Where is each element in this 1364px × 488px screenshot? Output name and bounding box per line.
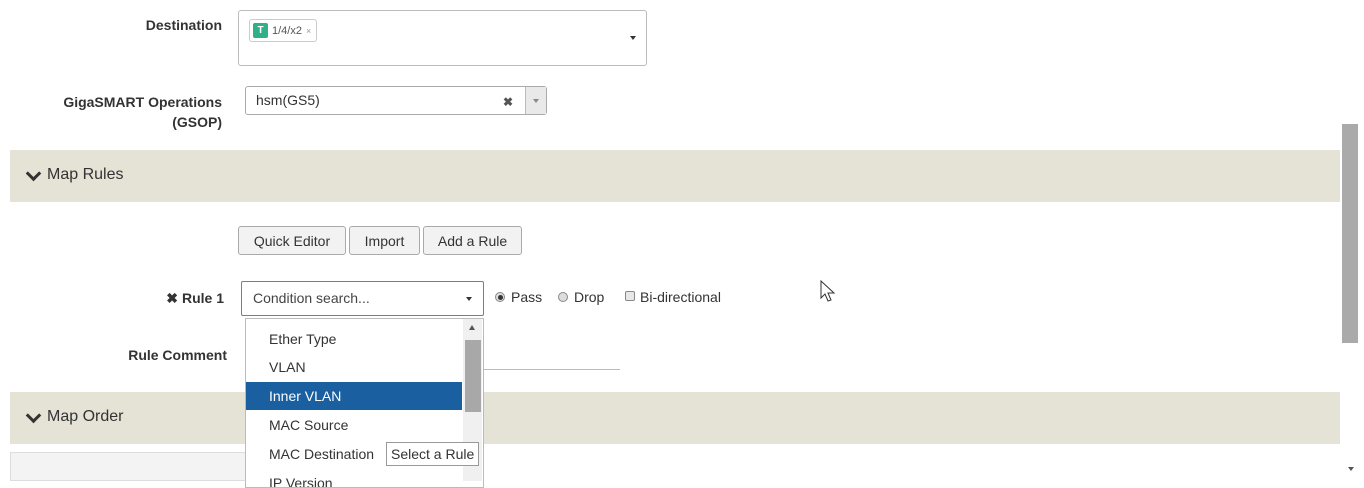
rule-title: Rule 1 — [181, 290, 224, 306]
dropdown-item[interactable]: Ether Type — [246, 325, 462, 353]
page-scrollbar-thumb[interactable] — [1342, 124, 1358, 343]
bidirectional-checkbox[interactable] — [625, 291, 635, 301]
map-rules-header[interactable]: Map Rules — [25, 165, 124, 184]
condition-chevron-down-icon[interactable] — [466, 297, 472, 301]
gsop-label-line1: GigaSMART Operations — [63, 94, 222, 110]
quick-editor-button[interactable]: Quick Editor — [238, 226, 346, 255]
gsop-label: GigaSMART Operations (GSOP) — [20, 92, 222, 132]
dropdown-item[interactable]: IP Version — [246, 469, 462, 487]
map-order-title: Map Order — [47, 408, 124, 425]
drop-label: Drop — [574, 289, 605, 305]
import-button[interactable]: Import — [349, 226, 420, 255]
dropdown-item-highlighted[interactable]: Inner VLAN — [246, 382, 462, 410]
condition-search-placeholder: Condition search... — [253, 290, 370, 306]
destination-chip[interactable]: T 1/4/x2 × — [249, 19, 318, 42]
pass-label: Pass — [511, 289, 543, 305]
drop-radio[interactable] — [558, 292, 568, 302]
map-order-section[interactable]: Map Order — [10, 392, 1340, 444]
rule-comment-input[interactable] — [484, 369, 620, 370]
destination-label: Destination — [145, 17, 222, 33]
map-rules-title: Map Rules — [47, 166, 124, 183]
chip-badge: T — [253, 23, 268, 38]
rule-comment-label: Rule Comment — [128, 347, 227, 363]
bidirectional-label: Bi-directional — [640, 289, 721, 305]
dropdown-item[interactable]: MAC Source — [246, 411, 462, 439]
scroll-down-icon[interactable] — [1348, 467, 1354, 471]
gsop-label-line2: (GSOP) — [172, 114, 222, 130]
chip-remove-icon[interactable]: × — [306, 26, 311, 36]
chevron-down-icon — [25, 165, 42, 181]
remove-rule-icon[interactable]: ✖ — [166, 290, 178, 307]
dropdown-item[interactable]: VLAN — [246, 353, 462, 381]
map-order-header[interactable]: Map Order — [25, 407, 124, 426]
gsop-value: hsm(GS5) — [256, 92, 320, 108]
chevron-down-icon — [25, 407, 42, 423]
add-rule-button[interactable]: Add a Rule — [423, 226, 522, 255]
gsop-dropdown-button[interactable] — [525, 87, 546, 114]
gsop-chevron-down-icon — [533, 98, 539, 103]
scroll-up-icon[interactable] — [469, 325, 475, 330]
destination-chevron-down-icon[interactable] — [630, 36, 636, 40]
chip-text: 1/4/x2 — [272, 24, 302, 37]
tooltip: Select a Rule — [386, 442, 480, 466]
map-rules-section[interactable]: Map Rules — [10, 150, 1340, 202]
pass-radio[interactable] — [495, 292, 505, 302]
dropdown-scrollbar-thumb[interactable] — [465, 340, 481, 412]
radio-selected-dot — [497, 294, 503, 300]
rule-label: ✖ Rule 1 — [120, 290, 224, 307]
gsop-clear-icon[interactable]: ✖ — [503, 95, 513, 109]
mouse-cursor-icon — [820, 280, 836, 302]
